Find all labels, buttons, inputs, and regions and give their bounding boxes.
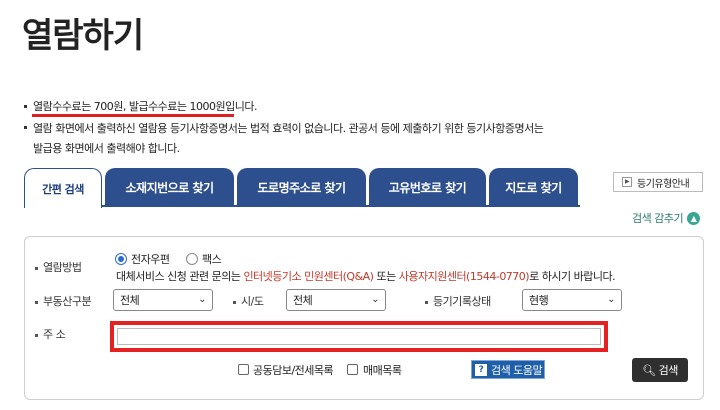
tab-lot-number[interactable]: 소재지번으로 찾기	[105, 168, 234, 206]
chevron-down-icon: ⌄	[371, 294, 379, 305]
bullet	[24, 105, 27, 108]
search-button[interactable]: 🔍︎ 검색	[632, 358, 688, 382]
legal-notice: 열람 화면에서 출력하신 열람용 등기사항증명서는 법적 효력이 없습니다. 관…	[33, 122, 544, 135]
chevron-down-icon: ⌄	[607, 294, 615, 305]
help-button-label: 검색 도움말	[491, 363, 543, 377]
joint-collateral-checkbox[interactable]	[238, 364, 249, 375]
property-type-select[interactable]: 전체 ⌄	[113, 289, 213, 311]
address-input-field[interactable]	[117, 328, 601, 345]
method-label: 열람방법	[35, 259, 82, 275]
arrow-icon: ▶	[622, 177, 632, 187]
address-label: 주 소	[35, 326, 66, 342]
search-button-label: 검색	[658, 364, 679, 377]
status-select[interactable]: 현행 ⌄	[522, 289, 622, 311]
registry-type-guide-button[interactable]: ▶ 등기유형안내	[613, 172, 703, 192]
address-input[interactable]	[110, 321, 608, 352]
guide-button-label: 등기유형안내	[637, 178, 690, 190]
search-icon: 🔍︎	[642, 363, 656, 377]
chevron-down-icon: ⌄	[198, 294, 206, 305]
collapse-search-toggle[interactable]: 검색 감추기 ▲	[632, 210, 701, 226]
fee-notice: 열람수수료는 700원, 발급수수료는 1000원입니다.	[33, 100, 258, 113]
tab-map[interactable]: 지도로 찾기	[489, 168, 578, 206]
support-note: 대체서비스 신청 관련 문의는 인터넷등기소 민원센터(Q&A) 또는 사용자지…	[116, 270, 616, 283]
email-radio-label: 전자우편	[131, 253, 170, 266]
bullet	[24, 126, 27, 129]
page-title: 열람하기	[22, 16, 144, 56]
joint-collateral-label: 공동담보/전세목록	[253, 364, 334, 377]
fee-notice-underline	[32, 114, 234, 117]
email-radio[interactable]	[115, 253, 127, 265]
status-label: 등기기록상태	[425, 293, 491, 309]
tab-road-address[interactable]: 도로명주소로 찾기	[237, 168, 366, 206]
search-help-button[interactable]: ? 검색 도움말	[471, 360, 545, 379]
fax-radio[interactable]	[186, 253, 198, 265]
collapse-label: 검색 감추기	[632, 212, 684, 225]
sale-list-checkbox[interactable]	[347, 364, 358, 375]
region-label: 시/도	[233, 293, 264, 309]
chevron-up-icon: ▲	[687, 211, 701, 225]
tab-simple-search[interactable]: 간편 검색	[24, 168, 102, 208]
property-type-label: 부동산구분	[35, 293, 92, 309]
fax-radio-label: 팩스	[202, 253, 222, 266]
legal-notice-cont: 발급용 화면에서 출력해야 합니다.	[33, 142, 180, 155]
region-select[interactable]: 전체 ⌄	[286, 289, 386, 311]
sale-list-label: 매매목록	[363, 364, 402, 377]
support-link-center[interactable]: 사용자지원센터(1544-0770)	[399, 270, 530, 283]
support-link-qna[interactable]: 인터넷등기소 민원센터(Q&A)	[243, 270, 374, 283]
question-icon: ?	[475, 363, 487, 376]
tab-unique-number[interactable]: 고유번호로 찾기	[369, 168, 486, 206]
